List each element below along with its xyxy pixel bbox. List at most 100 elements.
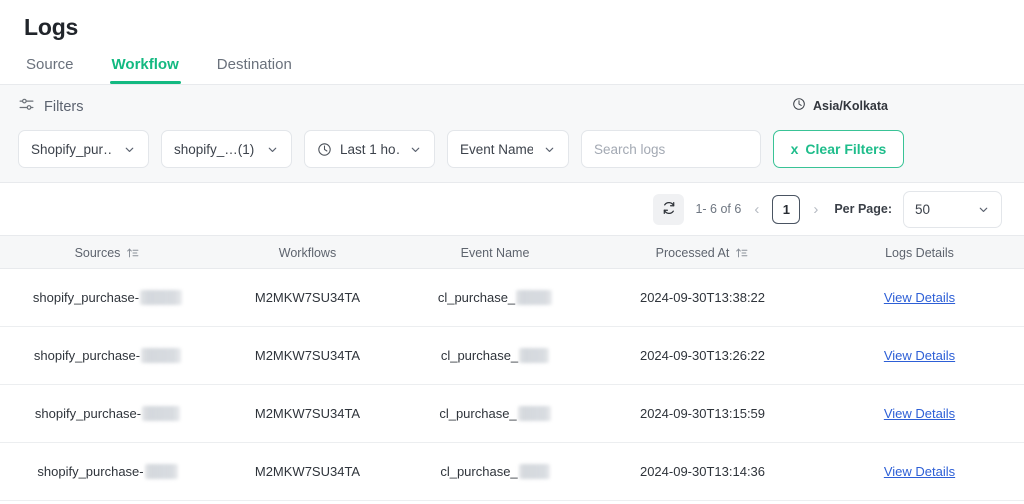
- column-header-label: Event Name: [460, 246, 530, 261]
- processed-at-text: 2024-09-30T13:14:36: [639, 464, 766, 480]
- event-name-text: cl_purchase_: [439, 406, 517, 422]
- source-text: shopify_purchase-: [37, 464, 144, 480]
- cell-source: shopify_purchase-: [0, 464, 215, 480]
- event-name-filter-dropdown[interactable]: Event Name: [447, 130, 569, 169]
- redacted-text: [517, 406, 551, 422]
- logs-table: Sources Workflows Event Name Processed At Lo…: [0, 235, 1024, 502]
- per-page-label: Per Page:: [834, 202, 892, 217]
- workflow-filter-value: shopify_…(1): [174, 141, 255, 157]
- tab-workflow[interactable]: Workflow: [110, 52, 181, 84]
- sort-ascending-icon[interactable]: [735, 246, 749, 260]
- view-details-link[interactable]: View Details: [884, 406, 955, 421]
- page-header: Logs Source Workflow Destination: [0, 0, 1024, 85]
- clock-icon: [792, 97, 806, 114]
- clear-filters-button[interactable]: x Clear Filters: [773, 130, 904, 169]
- sort-ascending-icon[interactable]: [126, 246, 140, 260]
- cell-content: cl_purchase_: [440, 348, 550, 364]
- column-header-sources[interactable]: Sources: [0, 246, 215, 260]
- cell-content: shopify_purchase-: [37, 464, 178, 480]
- event-name-text: cl_purchase_: [440, 348, 519, 364]
- redacted-text: [518, 464, 550, 480]
- column-header-label: Processed At: [655, 246, 730, 261]
- cell-logs-details: View Details: [815, 406, 1024, 421]
- chevron-down-icon: [113, 143, 136, 156]
- active-tab-underline: [110, 81, 181, 85]
- event-name-filter-value: Event Name: [460, 141, 533, 157]
- tab-label: Workflow: [111, 56, 179, 74]
- next-page-button[interactable]: ›: [811, 202, 820, 217]
- cell-source: shopify_purchase-: [0, 348, 215, 364]
- close-icon: x: [790, 141, 799, 158]
- table-row: shopify_purchase- M2MKW7SU34TA cl_purchase…: [0, 327, 1024, 386]
- column-header-processed-at[interactable]: Processed At: [590, 246, 815, 260]
- cell-event-name: cl_purchase_: [400, 406, 590, 422]
- processed-at-text: 2024-09-30T13:15:59: [639, 406, 766, 422]
- refresh-icon: [661, 200, 677, 219]
- redacted-text: [519, 348, 550, 364]
- cell-content: cl_purchase_: [439, 406, 551, 422]
- cell-source: shopify_purchase-: [0, 406, 215, 422]
- cell-content: shopify_purchase-: [33, 348, 182, 364]
- tab-bar: Source Workflow Destination: [24, 52, 1000, 85]
- time-range-filter-value: Last 1 ho…: [340, 141, 399, 157]
- cell-logs-details: View Details: [815, 348, 1024, 363]
- cell-logs-details: View Details: [815, 290, 1024, 305]
- view-details-link[interactable]: View Details: [884, 464, 955, 479]
- processed-at-text: 2024-09-30T13:38:22: [639, 290, 766, 306]
- column-header-label: Logs Details: [885, 246, 954, 261]
- cell-workflow: M2MKW7SU34TA: [215, 348, 400, 363]
- column-header-logs-details: Logs Details: [815, 246, 1024, 260]
- chevron-down-icon: [533, 143, 556, 156]
- tab-source[interactable]: Source: [24, 52, 76, 84]
- per-page-value: 50: [915, 201, 931, 217]
- cell-workflow: M2MKW7SU34TA: [215, 406, 400, 421]
- column-header-label: Workflows: [278, 246, 337, 261]
- view-details-link[interactable]: View Details: [884, 348, 955, 363]
- source-text: shopify_purchase-: [33, 348, 141, 364]
- cell-logs-details: View Details: [815, 464, 1024, 479]
- redacted-text: [141, 348, 182, 364]
- search-input[interactable]: [594, 131, 748, 168]
- refresh-button[interactable]: [653, 193, 685, 225]
- workflow-filter-dropdown[interactable]: shopify_…(1): [161, 130, 292, 169]
- table-row: shopify_purchase- M2MKW7SU34TA cl_purchase…: [0, 269, 1024, 328]
- tab-destination[interactable]: Destination: [215, 52, 294, 84]
- cell-event-name: cl_purchase_: [400, 464, 590, 480]
- table-header: Sources Workflows Event Name Processed At Lo…: [0, 235, 1024, 270]
- cell-content: shopify_purchase-: [32, 290, 183, 306]
- source-text: shopify_purchase-: [34, 406, 142, 422]
- cell-content: shopify_purchase-: [34, 406, 181, 422]
- search-logs-field[interactable]: [581, 130, 761, 169]
- source-filter-dropdown[interactable]: Shopify_pur…: [18, 130, 149, 169]
- event-name-text: cl_purchase_: [437, 290, 516, 306]
- filters-label: Filters: [44, 99, 84, 116]
- time-range-filter-dropdown[interactable]: Last 1 ho…: [304, 130, 435, 169]
- tab-label: Destination: [216, 56, 292, 74]
- cell-processed-at: 2024-09-30T13:15:59: [590, 406, 815, 421]
- chevron-down-icon: [256, 143, 279, 156]
- cell-processed-at: 2024-09-30T13:26:22: [590, 348, 815, 363]
- page-number-input[interactable]: 1: [772, 194, 801, 224]
- chevron-down-icon: [977, 203, 990, 216]
- source-text: shopify_purchase-: [32, 290, 140, 306]
- timezone-indicator: Asia/Kolkata: [792, 97, 888, 114]
- pagination-toolbar: 1- 6 of 6 ‹ 1 › Per Page: 50: [0, 183, 1024, 236]
- per-page-select[interactable]: 50: [903, 190, 1002, 228]
- sliders-icon: [18, 96, 35, 118]
- table-row: shopify_purchase- M2MKW7SU34TA cl_purchase…: [0, 385, 1024, 444]
- cell-processed-at: 2024-09-30T13:38:22: [590, 290, 815, 305]
- workflow-text: M2MKW7SU34TA: [254, 290, 361, 306]
- view-details-link[interactable]: View Details: [884, 290, 955, 305]
- cell-source: shopify_purchase-: [0, 290, 215, 306]
- redacted-text: [142, 406, 181, 422]
- redacted-text: [140, 290, 183, 306]
- source-filter-value: Shopify_pur…: [31, 141, 113, 157]
- prev-page-button[interactable]: ‹: [752, 202, 761, 217]
- column-header-workflows: Workflows: [215, 246, 400, 260]
- pagination-range: 1- 6 of 6: [695, 202, 742, 217]
- filters-panel: Filters Asia/Kolkata Shopify_pur… shopif…: [0, 85, 1024, 184]
- cell-workflow: M2MKW7SU34TA: [215, 464, 400, 479]
- cell-event-name: cl_purchase_: [400, 348, 590, 364]
- redacted-text: [144, 464, 178, 480]
- event-name-text: cl_purchase_: [440, 464, 518, 480]
